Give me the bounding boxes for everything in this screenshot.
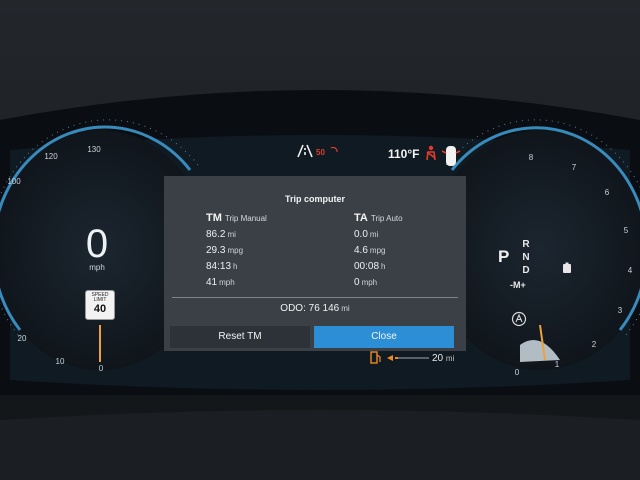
rpm-scale-label: 6 [604, 188, 610, 197]
trip-manual-avg-speed: 41 mph [206, 275, 326, 291]
trip-auto-column: TA Trip Auto 0.0 mi 4.6 mpg 00:08 h 0 mph [354, 212, 474, 291]
value: 84:13 [206, 261, 232, 272]
outside-temperature: 110°F [388, 147, 420, 161]
rpm-scale-label: 2 [591, 340, 597, 349]
trip-auto-distance: 0.0 mi [354, 227, 474, 243]
auto-hold-icon [511, 311, 527, 327]
odometer-value: 76 146 [308, 303, 340, 314]
rpm-scale-label: 7 [571, 163, 577, 172]
gear-current: P [498, 247, 510, 266]
value: 0.0 [354, 229, 368, 240]
trip-computer-panel: Trip computer TM Trip Manual 86.2 mi 29.3 m… [164, 176, 466, 351]
unit: mph [361, 278, 378, 287]
trip-auto-avg-speed: 0 mph [354, 275, 474, 291]
fuel-range-unit: mi [445, 354, 455, 363]
rpm-scale-label: 0 [514, 368, 520, 377]
speed-limit-sign: SPEED LIMIT 40 [85, 290, 115, 320]
speed-scale-label: 120 [44, 152, 58, 161]
gear-r: R [522, 239, 530, 250]
trip-manual-economy: 29.3 mpg [206, 243, 326, 259]
lane-assist-icon [297, 144, 313, 158]
trip-auto-name: Trip Auto [370, 214, 403, 223]
gear-d: D [522, 265, 530, 276]
trip-manual-header: TM Trip Manual [206, 212, 326, 224]
value: 41 [206, 277, 218, 288]
instrument-cluster: 50 110°F 0 mph SPEED LIMIT 40 130 120 10… [0, 0, 640, 480]
odometer-label: ODO: [280, 303, 306, 314]
rpm-scale-label: 8 [528, 153, 534, 162]
speed-limit-sign-label: SPEED LIMIT [91, 292, 109, 303]
unit: mpg [227, 246, 244, 255]
value: 86.2 [206, 229, 226, 240]
unit: mph [219, 278, 235, 287]
fuel-range: 20 mi [432, 353, 454, 364]
unit: h [381, 262, 386, 271]
unit: mi [369, 230, 379, 239]
speed-scale-label: 130 [87, 145, 101, 154]
gear-n: N [522, 252, 530, 263]
unit: mpg [369, 246, 386, 255]
trip-auto-time: 00:08 h [354, 259, 474, 275]
rpm-scale-label: 5 [623, 226, 629, 235]
battery-icon [563, 262, 571, 273]
unit: h [233, 262, 238, 271]
speed-value: 0 [85, 222, 109, 266]
speed-limit-badge: 50 [316, 148, 325, 157]
value: 00:08 [354, 261, 380, 272]
trip-manual-distance: 86.2 mi [206, 227, 326, 243]
speed-unit: mph [89, 263, 105, 272]
speed-scale-label: 100 [7, 177, 21, 186]
speed-scale-label: 0 [98, 364, 104, 373]
fuel-level-bar [387, 355, 429, 361]
trip-auto-abbr: TA [354, 212, 368, 224]
panel-title: Trip computer [284, 194, 345, 204]
speed-scale-label: 10 [55, 357, 65, 366]
close-button[interactable]: Close [314, 326, 454, 348]
value: 4.6 [354, 245, 368, 256]
trip-manual-column: TM Trip Manual 86.2 mi 29.3 mpg 84:13 h 41 mp… [206, 212, 326, 291]
odometer: ODO: 76 146 mi [164, 303, 466, 314]
trip-manual-name: Trip Manual [224, 214, 267, 223]
unit: mi [227, 230, 236, 239]
seatbelt-warning-icon [426, 145, 436, 161]
trip-auto-economy: 4.6 mpg [354, 243, 474, 259]
rpm-scale-label: 3 [617, 306, 623, 315]
speed-camera-icon [330, 147, 338, 153]
trip-auto-header: TA Trip Auto [354, 212, 474, 224]
rpm-scale-label: 4 [627, 266, 633, 275]
trip-manual-time: 84:13 h [206, 259, 326, 275]
car-door-open-icon [441, 146, 461, 166]
speed-limit-sign-value: 40 [93, 303, 107, 315]
gear-manual: -M+ [510, 280, 526, 290]
reset-tm-button[interactable]: Reset TM [170, 326, 310, 348]
rpm-scale-label: 1 [554, 360, 560, 369]
odometer-unit: mi [341, 304, 350, 313]
value: 29.3 [206, 245, 226, 256]
speed-scale-label: 20 [17, 334, 27, 343]
panel-divider [172, 297, 458, 298]
value: 0 [354, 277, 360, 288]
fuel-pump-icon [370, 351, 381, 364]
trip-manual-abbr: TM [206, 212, 222, 224]
fuel-range-value: 20 [432, 353, 444, 364]
gear-column: R N D [518, 238, 534, 277]
